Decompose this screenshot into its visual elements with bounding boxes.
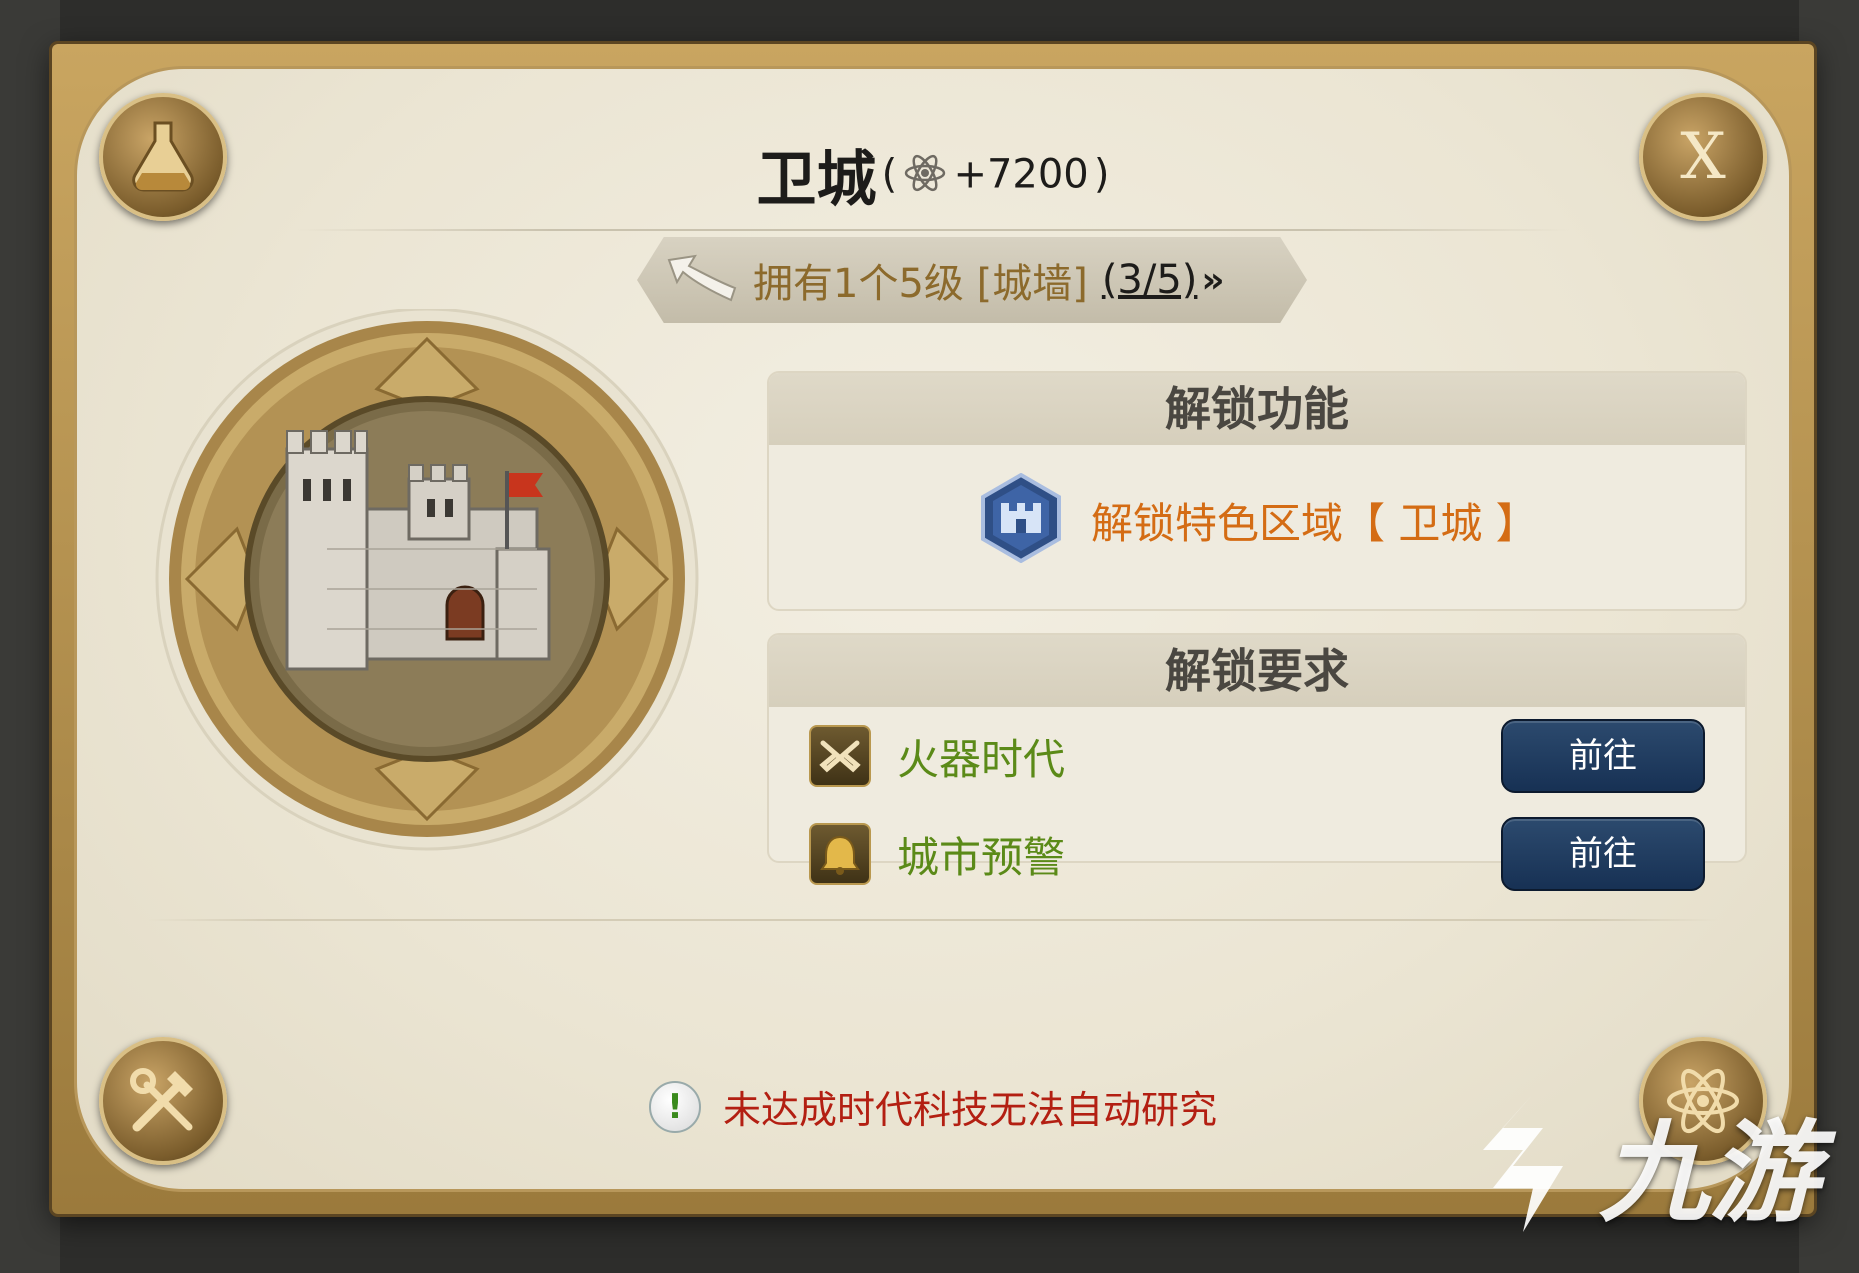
crossed-pistols-icon	[809, 725, 871, 787]
dialog-title-row: 卫城 ( +7200 )	[77, 131, 1789, 218]
section-divider	[147, 919, 1719, 921]
chevron-right-icon: »	[1201, 259, 1225, 301]
castle-badge-icon	[979, 472, 1063, 567]
requirement-row: 城市预警 前往	[809, 817, 1705, 891]
quest-progress[interactable]: (3/5)	[1102, 257, 1198, 303]
requirement-row: 火器时代 前往	[809, 719, 1705, 793]
bell-icon	[809, 823, 871, 885]
requirement-label: 火器时代	[897, 734, 1066, 784]
quest-text: 拥有1个5级 [城墙]	[753, 261, 1088, 307]
watermark: 九游	[1463, 1083, 1819, 1243]
atom-icon	[902, 150, 948, 200]
unlock-feature-label: 解锁特色区域【 卫城 】	[1091, 498, 1538, 548]
unlock-requirements-panel: 解锁要求 火器时代 前往 城市预警 前往	[767, 633, 1747, 891]
exclamation-icon: !	[648, 1080, 701, 1133]
quest-banner[interactable]: 拥有1个5级 [城墙] (3/5) »	[637, 237, 1307, 323]
research-dialog: X 卫城 (+7200) 拥有1个5级 [城墙] (3/5) » 解锁功能 …	[52, 44, 1814, 1214]
requirement-label: 城市预警	[897, 832, 1066, 882]
watermark-logo-icon	[1483, 1094, 1563, 1232]
background-left	[0, 0, 60, 1273]
unlock-requirements-header: 解锁要求	[769, 635, 1745, 707]
castle-medal	[147, 307, 707, 869]
go-button[interactable]: 前往	[1501, 817, 1705, 891]
warning-text: 未达成时代科技无法自动研究	[722, 1088, 1217, 1132]
title-divider	[297, 229, 1569, 231]
reward-close-paren: )	[1093, 151, 1110, 198]
dialog-body: X 卫城 (+7200) 拥有1个5级 [城墙] (3/5) » 解锁功能 …	[74, 66, 1792, 1192]
back-arrow-icon	[665, 252, 737, 308]
unlock-feature-panel: 解锁功能 解锁特色区域【 卫城 】	[767, 371, 1747, 611]
unlock-feature-header: 解锁功能	[769, 373, 1745, 445]
reward-value: +7200	[953, 151, 1089, 198]
reward-open-paren: (	[881, 151, 898, 198]
watermark-text: 九游	[1599, 1109, 1819, 1237]
unlock-feature-item: 解锁特色区域【 卫城 】	[979, 472, 1538, 567]
go-button[interactable]: 前往	[1501, 719, 1705, 793]
dialog-title: 卫城	[756, 145, 877, 215]
